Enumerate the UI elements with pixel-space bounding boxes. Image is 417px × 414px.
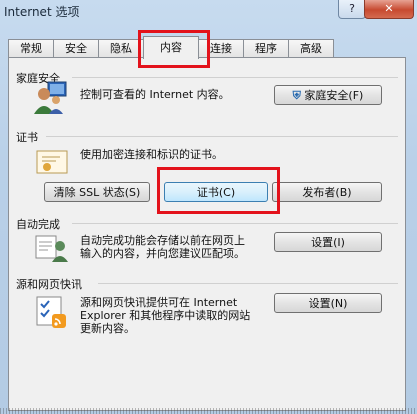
autocomplete-icon: [35, 235, 68, 262]
feeds-description-line: Explorer 和其他程序中读取的网站: [80, 309, 251, 322]
family-safety-description: 控制可查看的 Internet 内容。: [80, 88, 230, 101]
dialog-window: Internet 选项 ? ✕ 常规 安全 隐私 内容 连接 程序 高级 家庭安…: [0, 0, 417, 414]
family-safety-button[interactable]: ⛨ 家庭安全(F): [274, 85, 382, 105]
help-button[interactable]: ?: [338, 0, 366, 19]
tab-connections[interactable]: 连接: [198, 39, 244, 58]
section-divider: [72, 223, 398, 224]
tab-security[interactable]: 安全: [53, 39, 99, 58]
close-button[interactable]: ✕: [364, 0, 414, 19]
certificate-icon: [36, 150, 68, 174]
bottom-edge: [0, 408, 417, 414]
tab-privacy[interactable]: 隐私: [98, 39, 144, 58]
feeds-description-line: 更新内容。: [80, 322, 135, 335]
tab-content[interactable]: 内容: [143, 36, 199, 59]
certificates-heading: 证书: [16, 131, 38, 144]
family-safety-icon: [34, 81, 67, 114]
certificates-button[interactable]: 证书(C): [164, 182, 268, 202]
feeds-icon: [36, 296, 66, 328]
shield-icon: ⛨: [292, 89, 301, 102]
certificates-description: 使用加密连接和标识的证书。: [80, 148, 223, 161]
section-divider: [98, 283, 398, 284]
tab-programs[interactable]: 程序: [243, 39, 289, 58]
autocomplete-heading: 自动完成: [16, 218, 60, 231]
section-divider: [72, 77, 398, 78]
clear-ssl-state-button[interactable]: 清除 SSL 状态(S): [44, 182, 150, 202]
section-divider: [46, 136, 398, 137]
autocomplete-settings-button[interactable]: 设置(I): [274, 232, 382, 252]
feeds-settings-button[interactable]: 设置(N): [274, 293, 382, 313]
window-title: Internet 选项: [4, 5, 80, 19]
tab-advanced[interactable]: 高级: [288, 39, 334, 58]
publishers-button[interactable]: 发布者(B): [272, 182, 382, 202]
autocomplete-description-line: 自动完成功能会存储以前在网页上: [80, 234, 245, 247]
autocomplete-description-line: 输入的内容，并向您建议匹配项。: [80, 247, 245, 260]
feeds-heading: 源和网页快讯: [16, 278, 82, 291]
feeds-description-line: 源和网页快讯提供可在 Internet: [80, 296, 238, 309]
tab-general[interactable]: 常规: [8, 39, 54, 58]
family-safety-button-label: 家庭安全(F): [304, 89, 364, 102]
